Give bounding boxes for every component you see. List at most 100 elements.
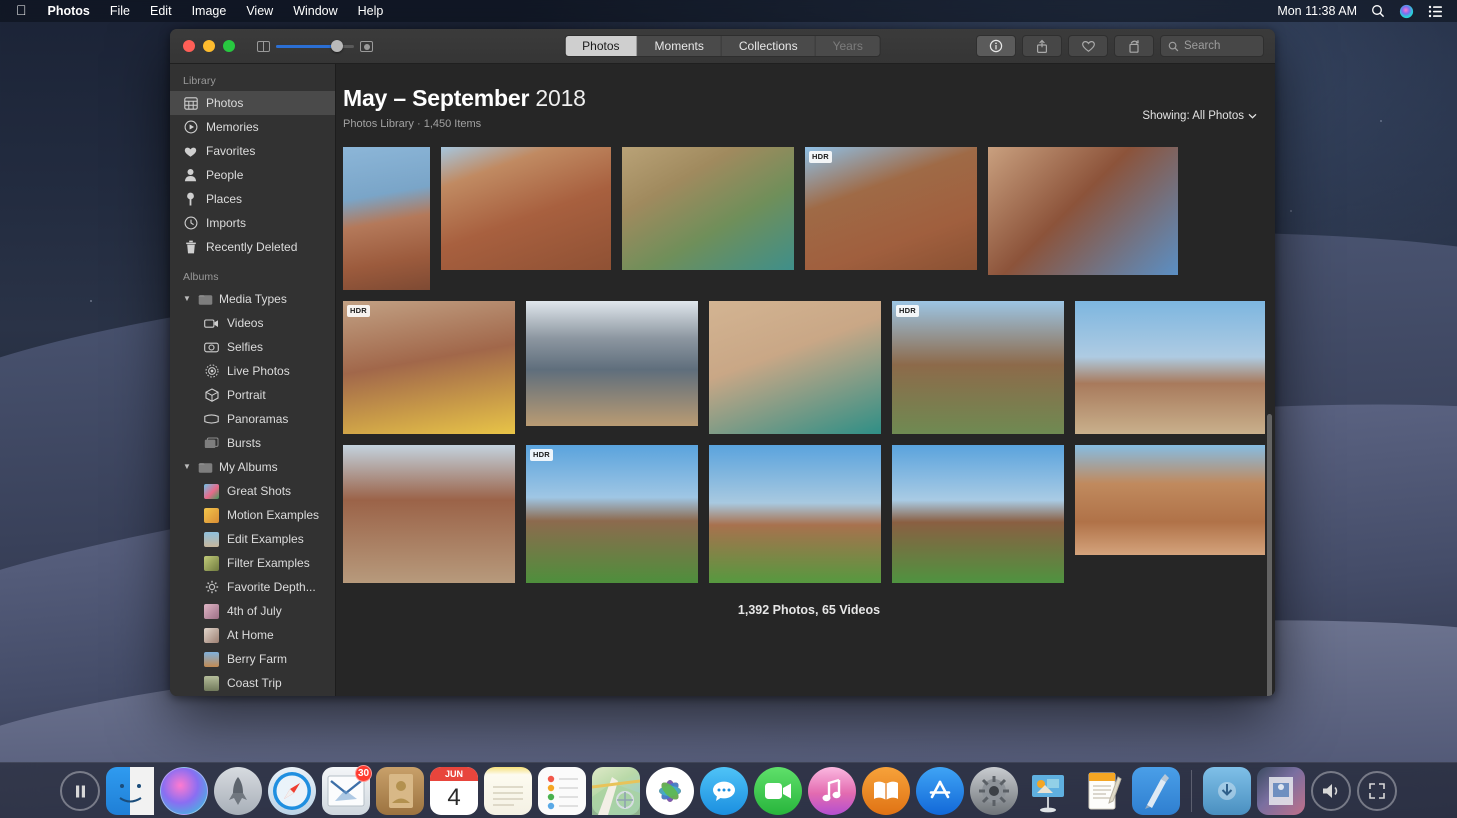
zoom-button[interactable] (223, 40, 235, 52)
menu-item-window[interactable]: Window (283, 4, 347, 18)
menu-item-image[interactable]: Image (182, 4, 237, 18)
dock-item-launchpad[interactable] (214, 767, 262, 815)
menu-item-file[interactable]: File (100, 4, 140, 18)
share-button[interactable] (1022, 35, 1062, 57)
dock-item-app-store[interactable] (916, 767, 964, 815)
sidebar-item-bursts[interactable]: Bursts (170, 431, 335, 455)
photo-thumbnail[interactable]: HDR (805, 147, 977, 270)
sidebar-album-label: Motion Examples (227, 508, 320, 522)
sidebar-album-great-shots[interactable]: Great Shots (170, 479, 335, 503)
info-button[interactable] (976, 35, 1016, 57)
dock-item-finder[interactable] (106, 767, 154, 815)
sidebar-item-selfies[interactable]: Selfies (170, 335, 335, 359)
menu-item-photos[interactable]: Photos (38, 4, 100, 18)
dock-item-books[interactable] (862, 767, 910, 815)
dock-item-contacts[interactable] (376, 767, 424, 815)
photo-thumbnail[interactable] (709, 301, 881, 434)
tab-moments[interactable]: Moments (638, 36, 722, 56)
sidebar-album-favorite-depth[interactable]: Favorite Depth... (170, 575, 335, 599)
photo-thumbnail[interactable]: HDR (343, 301, 515, 434)
dock-item-siri[interactable] (160, 767, 208, 815)
dock-item-maps[interactable] (591, 767, 641, 815)
dock-item-calendar[interactable]: JUN 4 (430, 767, 478, 815)
dock-item-notes[interactable] (484, 767, 532, 815)
rotate-button[interactable] (1114, 35, 1154, 57)
dock-item-downloads-folder[interactable] (1203, 767, 1251, 815)
photo-thumbnail[interactable]: HDR (526, 445, 698, 583)
photo-thumbnail[interactable] (526, 301, 698, 426)
sidebar-album-coast-trip[interactable]: Coast Trip (170, 671, 335, 695)
sidebar-group-my-albums[interactable]: ▼ My Albums (170, 455, 335, 479)
sidebar-item-memories[interactable]: Memories (170, 115, 335, 139)
sidebar-album-edit-examples[interactable]: Edit Examples (170, 527, 335, 551)
sidebar-item-photos[interactable]: Photos (170, 91, 335, 115)
sidebar-item-panoramas[interactable]: Panoramas (170, 407, 335, 431)
photo-thumbnail[interactable] (1075, 445, 1265, 555)
dock-item-messages[interactable] (700, 767, 748, 815)
zoom-slider-track[interactable] (276, 40, 354, 52)
sidebar-item-videos[interactable]: Videos (170, 311, 335, 335)
photo-thumbnail[interactable] (892, 445, 1064, 583)
pause-button[interactable] (60, 771, 100, 811)
dock-item-xcode[interactable] (1132, 767, 1180, 815)
sidebar-album-emilys-10th-birthday[interactable]: Emily's 10th Birt... (170, 695, 335, 696)
sidebar-item-people[interactable]: People (170, 163, 335, 187)
dock-item-itunes[interactable] (808, 767, 856, 815)
search-icon[interactable] (1371, 4, 1385, 18)
sidebar-album-at-home[interactable]: At Home (170, 623, 335, 647)
apple-logo-icon[interactable]:  (8, 3, 38, 19)
thumbnail-zoom-slider[interactable] (257, 40, 373, 52)
menu-item-help[interactable]: Help (348, 4, 394, 18)
dock-item-pages[interactable] (1078, 767, 1126, 815)
sidebar-item-favorites[interactable]: Favorites (170, 139, 335, 163)
photo-thumbnail[interactable] (343, 445, 515, 583)
siri-icon[interactable] (1399, 4, 1414, 19)
close-button[interactable] (183, 40, 195, 52)
thumbnail-small-icon[interactable] (257, 40, 270, 52)
dock-item-photos[interactable] (646, 767, 694, 815)
photo-thumbnail[interactable] (622, 147, 794, 270)
sidebar-item-places[interactable]: Places (170, 187, 335, 211)
photo-thumbnail[interactable] (441, 147, 611, 270)
sidebar-item-live-photos[interactable]: Live Photos (170, 359, 335, 383)
volume-button[interactable] (1311, 771, 1351, 811)
sidebar-album-4th-of-july[interactable]: 4th of July (170, 599, 335, 623)
tab-years[interactable]: Years (816, 36, 880, 56)
menu-bar-clock[interactable]: Mon 11:38 AM (1277, 4, 1357, 18)
sidebar-group-media-types[interactable]: ▼ Media Types (170, 287, 335, 311)
album-thumbnail (204, 531, 219, 547)
dock-item-mail[interactable]: 30 (322, 765, 372, 815)
menu-item-edit[interactable]: Edit (140, 4, 182, 18)
dock-item-facetime[interactable] (754, 767, 802, 815)
menu-item-view[interactable]: View (236, 4, 283, 18)
minimize-button[interactable] (203, 40, 215, 52)
photo-thumbnail[interactable]: HDR (892, 301, 1064, 434)
photo-thumbnail[interactable] (343, 147, 430, 290)
fullscreen-button[interactable] (1357, 771, 1397, 811)
disclosure-triangle-icon[interactable]: ▼ (183, 295, 192, 303)
sidebar-item-portrait[interactable]: Portrait (170, 383, 335, 407)
thumbnail-large-icon[interactable] (360, 40, 373, 52)
zoom-slider-knob[interactable] (331, 40, 343, 52)
tab-collections[interactable]: Collections (722, 36, 816, 56)
dock-item-safari[interactable] (268, 767, 316, 815)
sidebar-item-imports[interactable]: Imports (170, 211, 335, 235)
dock-item-system-preferences[interactable] (970, 767, 1018, 815)
vertical-scrollbar[interactable] (1267, 414, 1272, 696)
showing-dropdown[interactable]: Showing: All Photos (1142, 110, 1257, 122)
sidebar-album-berry-farm[interactable]: Berry Farm (170, 647, 335, 671)
disclosure-triangle-icon[interactable]: ▼ (183, 463, 192, 471)
tab-photos[interactable]: Photos (565, 36, 638, 56)
sidebar-item-recently-deleted[interactable]: Recently Deleted (170, 235, 335, 259)
photo-thumbnail[interactable] (1075, 301, 1265, 434)
search-input[interactable]: Search (1160, 35, 1264, 57)
photo-thumbnail[interactable] (709, 445, 881, 583)
sidebar-album-motion-examples[interactable]: Motion Examples (170, 503, 335, 527)
dock-item-reminders[interactable] (538, 767, 586, 815)
control-center-icon[interactable] (1428, 5, 1443, 18)
dock-item-photo-stack[interactable] (1257, 767, 1305, 815)
dock-item-keynote[interactable] (1024, 767, 1072, 815)
favorite-button[interactable] (1068, 35, 1108, 57)
photo-thumbnail[interactable] (988, 147, 1178, 275)
sidebar-album-filter-examples[interactable]: Filter Examples (170, 551, 335, 575)
